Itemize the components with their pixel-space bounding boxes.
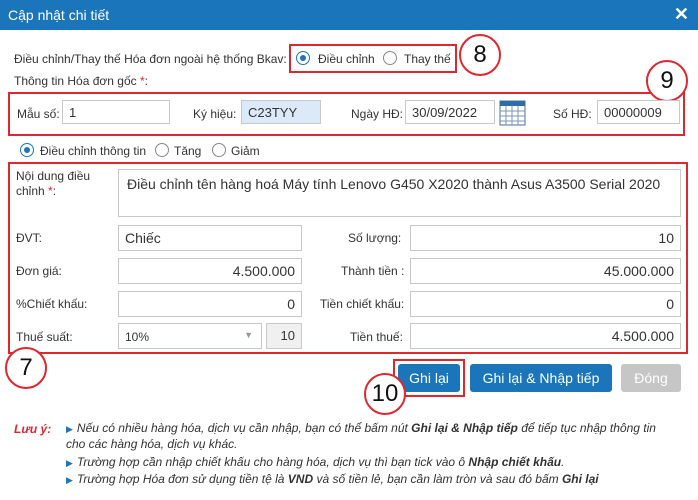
note-bullet-icon: ▶ <box>66 458 73 468</box>
tax-rate-number: 10 <box>266 323 302 349</box>
date-field[interactable]: 30/09/2022 <box>405 100 495 124</box>
adjust-type-label: Điều chỉnh/Thay thế Hóa đơn ngoài hệ thố… <box>14 52 287 66</box>
callout-10: 10 <box>364 373 406 415</box>
notes-label: Lưu ý: <box>14 422 52 436</box>
amount-field[interactable]: 45.000.000 <box>410 258 681 284</box>
radio-replace-label[interactable]: Thay thế <box>404 52 451 66</box>
radio-adjust[interactable] <box>296 51 310 65</box>
tax-amount-field[interactable]: 4.500.000 <box>410 323 681 349</box>
note-1-cont: cho các hàng hóa, dịch vụ khác. <box>66 437 238 451</box>
invoice-number-field[interactable]: 00000009 <box>597 100 680 124</box>
quantity-field[interactable]: 10 <box>410 225 681 251</box>
tax-rate-value: 10% <box>125 330 150 344</box>
note-bullet-icon: ▶ <box>66 424 73 434</box>
radio-decrease-label[interactable]: Giảm <box>231 144 260 158</box>
tax-rate-select[interactable]: 10% ▼ <box>118 323 262 349</box>
radio-decrease[interactable] <box>212 143 226 157</box>
dialog-titlebar: Cập nhật chi tiết ✕ <box>0 0 698 30</box>
note-3: ▶ Trường hợp Hóa đơn sử dụng tiền tệ là V… <box>66 472 599 486</box>
symbol-field[interactable]: C23TYY <box>241 100 321 124</box>
discount-amount-field[interactable]: 0 <box>410 291 681 317</box>
save-continue-button[interactable]: Ghi lại & Nhập tiếp <box>470 364 612 392</box>
symbol-label: Ký hiệu: <box>193 107 237 121</box>
calendar-icon[interactable] <box>499 100 526 126</box>
note-2: ▶ Trường hợp cần nhập chiết khấu cho hàng… <box>66 455 565 469</box>
unit-field[interactable]: Chiếc <box>118 225 302 251</box>
date-label: Ngày HĐ: <box>351 107 404 121</box>
content-textarea[interactable]: Điều chỉnh tên hàng hoá Máy tính Lenovo … <box>118 169 681 217</box>
callout-8: 8 <box>459 34 501 76</box>
invoice-number-label: Số HĐ: <box>553 107 592 121</box>
content-label: Nội dung điều chỉnh *: <box>16 169 91 198</box>
discount-amount-label: Tiền chiết khấu: <box>320 297 405 311</box>
discount-pct-field[interactable]: 0 <box>118 291 302 317</box>
original-invoice-label: Thông tin Hóa đơn gốc *: <box>14 74 148 88</box>
tax-amount-label: Tiền thuế: <box>350 330 403 344</box>
callout-9: 9 <box>646 60 688 102</box>
chevron-down-icon[interactable]: ▼ <box>244 330 253 340</box>
radio-adjust-label[interactable]: Điều chỉnh <box>318 52 375 66</box>
callout-7: 7 <box>5 347 47 389</box>
save-button[interactable]: Ghi lại <box>398 364 460 392</box>
template-label: Mẫu số: <box>17 107 60 121</box>
quantity-label: Số lượng: <box>348 231 402 245</box>
radio-replace[interactable] <box>383 51 397 65</box>
discount-pct-label: %Chiết khấu: <box>16 297 88 311</box>
unit-label: ĐVT: <box>16 231 43 245</box>
radio-increase[interactable] <box>155 143 169 157</box>
radio-increase-label[interactable]: Tăng <box>174 144 201 158</box>
tax-rate-label: Thuế suất: <box>16 330 73 344</box>
dialog-title: Cập nhật chi tiết <box>8 7 110 23</box>
price-label: Đơn giá: <box>16 264 62 278</box>
amount-label: Thành tiền : <box>341 264 405 278</box>
close-icon[interactable]: ✕ <box>674 4 689 24</box>
note-1: ▶ Nếu có nhiều hàng hóa, dịch vụ cần nhập… <box>66 421 656 435</box>
radio-adjust-info[interactable] <box>20 143 34 157</box>
close-button[interactable]: Đóng <box>621 364 681 392</box>
radio-adjust-info-label[interactable]: Điều chỉnh thông tin <box>40 144 146 158</box>
note-bullet-icon: ▶ <box>66 475 73 485</box>
template-field[interactable]: 1 <box>62 100 170 124</box>
price-field[interactable]: 4.500.000 <box>118 258 302 284</box>
